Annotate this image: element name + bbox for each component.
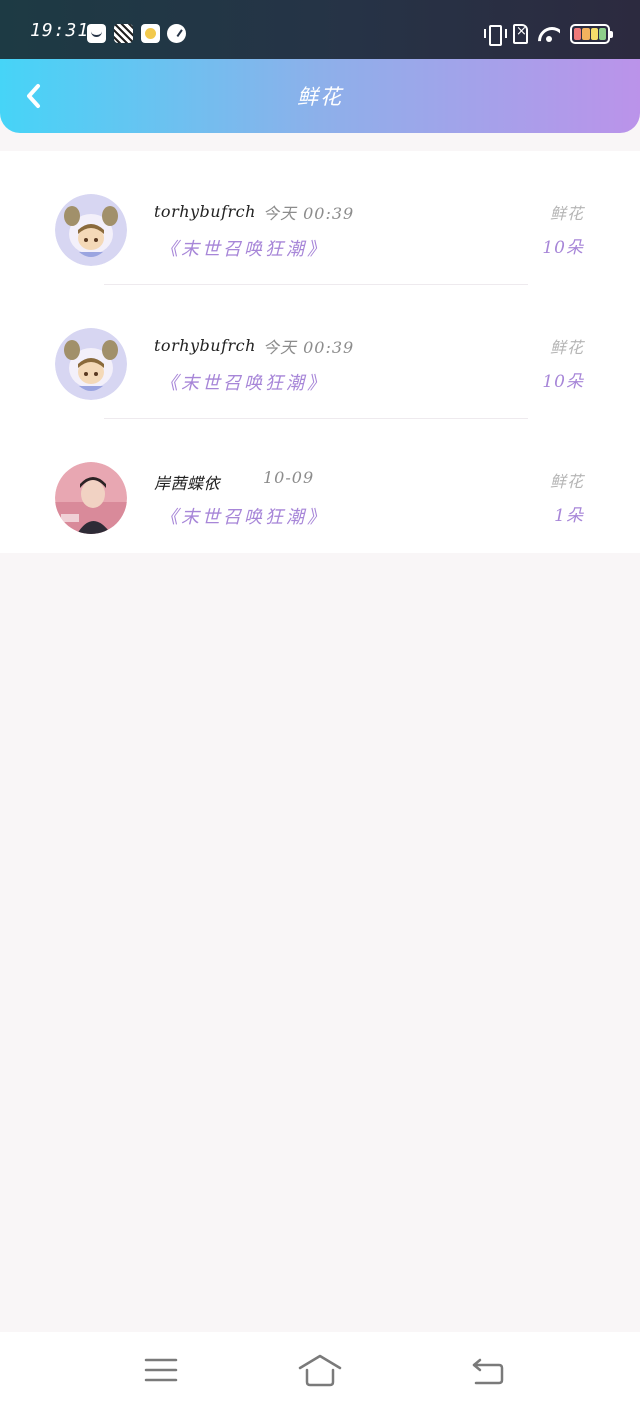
shopping-bag-icon [87,24,106,43]
gift-count: 1朵 [554,506,584,526]
photo-avatar-icon [55,462,127,534]
emoji-app-icon [141,24,160,43]
user-name: torhybufrch [154,202,256,221]
record-time: 今天 00:39 [263,204,355,223]
book-title[interactable]: 《末世召唤狂潮》 [160,503,328,529]
status-bar: 19:31 [0,0,640,68]
wifi-icon [538,25,560,43]
avatar[interactable] [55,462,127,534]
gift-type: 鲜花 [549,472,584,491]
status-time: 19:31 [30,20,90,41]
header-bar: 鲜花 [0,59,640,133]
list-item[interactable]: torhybufrch 今天 00:39 《末世召唤狂潮》 鲜花 10朵 [0,151,640,285]
list-item[interactable]: 岸茜蝶依 10-09 《末世召唤狂潮》 鲜花 1朵 [0,419,640,553]
sim-absent-icon [513,24,528,44]
user-name: torhybufrch [154,336,256,355]
back-icon [472,1358,504,1385]
page-title: 鲜花 [297,85,343,109]
avatar[interactable] [55,194,127,266]
list-item[interactable]: torhybufrch 今天 00:39 《末世召唤狂潮》 鲜花 10朵 [0,285,640,419]
vibrate-icon [483,23,507,46]
speedometer-icon [167,24,186,43]
menu-icon [144,1358,178,1382]
game-app-icon [114,24,133,43]
back-nav-button[interactable] [466,1350,510,1390]
home-icon [298,1354,342,1387]
record-time: 今天 00:39 [263,338,355,357]
book-title[interactable]: 《末世召唤狂潮》 [160,369,328,395]
gift-count: 10朵 [542,372,584,392]
menu-button[interactable] [139,1350,183,1390]
gift-record-list: torhybufrch 今天 00:39 《末世召唤狂潮》 鲜花 10朵 tor… [0,151,640,553]
user-name: 岸茜蝶依 [154,474,221,493]
gift-count: 10朵 [542,238,584,258]
status-indicators [483,22,613,46]
home-button[interactable] [298,1350,342,1390]
gift-type: 鲜花 [549,338,584,357]
record-time: 10-09 [263,468,315,487]
gift-type: 鲜花 [549,204,584,223]
anime-avatar-icon [55,194,127,266]
anime-avatar-icon [55,328,127,400]
avatar[interactable] [55,328,127,400]
book-title[interactable]: 《末世召唤狂潮》 [160,235,328,261]
battery-icon [570,24,613,44]
system-nav-bar [0,1332,640,1408]
